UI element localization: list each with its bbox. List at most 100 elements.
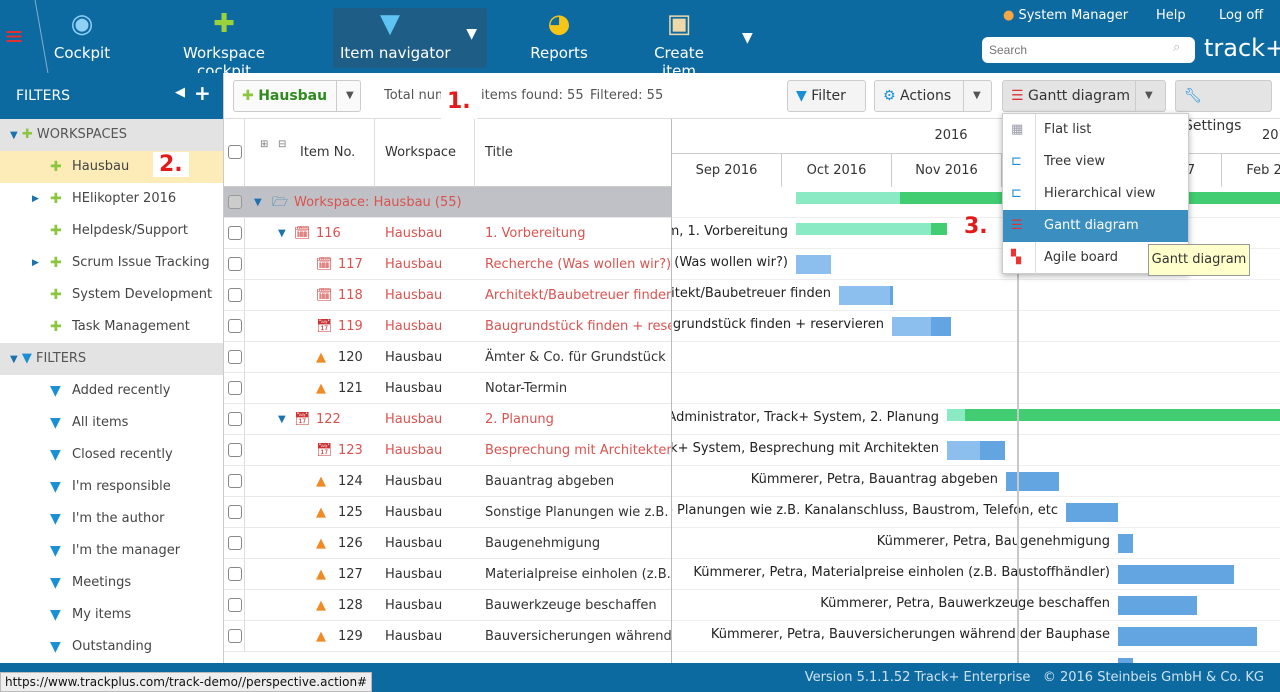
logoff-link[interactable]: Log off — [1219, 8, 1263, 23]
gantt-task-bar[interactable] — [1006, 472, 1059, 491]
row-checkbox[interactable] — [228, 536, 242, 550]
gantt-task-bar[interactable] — [1066, 503, 1118, 522]
table-row[interactable]: ▲ 124 Hausbau Bauantrag abgeben — [224, 466, 671, 497]
collapse-all-icon[interactable]: ⊟ — [278, 139, 286, 150]
row-checkbox[interactable] — [228, 598, 242, 612]
gantt-summary-bar[interactable] — [796, 223, 932, 235]
nav-create-item[interactable]: ▣ Create item — [636, 8, 722, 80]
gantt-task-bar[interactable] — [1118, 627, 1257, 646]
search-input[interactable] — [982, 37, 1195, 63]
sidebar-filter-item[interactable]: ▼ Outstanding — [0, 631, 223, 663]
sidebar-filter-item[interactable]: ▼ Closed recently — [0, 439, 223, 471]
row-checkbox[interactable] — [228, 350, 242, 364]
expand-toggle-icon[interactable]: ▼ — [254, 187, 262, 218]
table-row[interactable]: ▲ 127 Hausbau Materialpreise einholen (z.B.… — [224, 559, 671, 590]
actions-button[interactable]: ⚙ Actions ▼ — [874, 80, 992, 112]
gantt-task-bar[interactable] — [890, 286, 893, 305]
chevron-down-icon[interactable]: ▼ — [336, 81, 354, 111]
gantt-task-bar[interactable] — [980, 441, 1005, 460]
chevron-down-icon[interactable]: ▼ — [1135, 81, 1153, 111]
select-all-checkbox[interactable] — [228, 145, 242, 159]
sidebar-filter-item[interactable]: ▼ I'm the manager — [0, 535, 223, 567]
gantt-task-bar[interactable] — [1118, 534, 1133, 553]
sidebar-workspace-item[interactable]: ✚ Hausbau — [0, 151, 223, 183]
row-checkbox[interactable] — [228, 226, 242, 240]
filter-button[interactable]: ▼ Filter — [787, 80, 866, 112]
row-checkbox[interactable] — [228, 195, 242, 209]
expand-toggle-icon[interactable]: ▼ — [278, 218, 286, 249]
row-checkbox[interactable] — [228, 474, 242, 488]
menu-item-hierarchical-view-wbs[interactable]: ⊏Hierarchical view (WBS) — [1003, 178, 1188, 233]
sidebar-filter-item[interactable]: ▼ Added recently — [0, 375, 223, 407]
expand-icon[interactable]: ▶ — [32, 183, 39, 215]
nav-workspace-cockpit[interactable]: ✚ Workspace cockpit — [158, 8, 290, 80]
gantt-task-bar[interactable] — [1118, 596, 1197, 615]
row-checkbox[interactable] — [228, 505, 242, 519]
sidebar-workspace-item[interactable]: ▶ ✚ Scrum Issue Tracking — [0, 247, 223, 279]
table-row[interactable]: ▲129HausbauBauversicherungen während der… — [224, 621, 671, 652]
gantt-task-bar[interactable] — [796, 255, 831, 274]
table-row[interactable]: ▲ 120 Hausbau Ämter & Co. für Grundstück — [224, 342, 671, 373]
table-row[interactable]: ▲ 121 Hausbau Notar-Termin — [224, 373, 671, 404]
search-icon[interactable]: ⌕ — [1173, 40, 1180, 55]
sidebar-filter-item[interactable]: ▼ I'm the author — [0, 503, 223, 535]
chevron-down-icon[interactable]: ▼ — [963, 81, 981, 111]
table-row[interactable]: 🗓︎ 118 Hausbau Architekt/Baubetreuer finden — [224, 280, 671, 311]
table-row[interactable]: ▼ 🗓︎ 116 Hausbau 1. Vorbereitung — [224, 218, 671, 249]
table-row[interactable]: ▼ 📅︎ 122 Hausbau 2. Planung — [224, 404, 671, 435]
menu-item-gantt-diagram[interactable]: ☰ Gantt diagram — [1003, 210, 1188, 242]
sidebar-filter-item[interactable]: ▼ I'm responsible — [0, 471, 223, 503]
sidebar-filter-item[interactable]: ▼ Meetings — [0, 567, 223, 599]
section-filters[interactable]: ▼ ▼ FILTERS — [0, 343, 223, 375]
user-menu[interactable]: ● System Manager — [1003, 8, 1128, 23]
column-header-item-no[interactable]: Item No. — [300, 145, 355, 160]
menu-item-tree-view[interactable]: ⊏ Tree view — [1003, 146, 1188, 178]
table-row[interactable]: 📅︎ 123 Hausbau Besprechung mit Architekten — [224, 435, 671, 466]
row-checkbox[interactable] — [228, 257, 242, 271]
menu-item-flat-list[interactable]: ▦ Flat list — [1003, 114, 1188, 146]
gantt-summary-bar[interactable] — [947, 409, 965, 421]
table-row[interactable]: ▲ 126 Hausbau Baugenehmigung — [224, 528, 671, 559]
table-row[interactable]: 🗓︎ 117 Hausbau Recherche (Was wollen wir?) — [224, 249, 671, 280]
section-workspaces[interactable]: ▼ ✚ WORKSPACES — [0, 119, 223, 151]
expand-icon[interactable]: ▶ — [32, 247, 39, 279]
row-checkbox[interactable] — [228, 629, 242, 643]
sidebar-workspace-item[interactable]: ✚ Helpdesk/Support — [0, 215, 223, 247]
help-link[interactable]: Help — [1156, 8, 1186, 23]
nav-reports[interactable]: ◕ Reports — [526, 8, 592, 68]
table-row[interactable]: ▲ 128 Hausbau Bauwerkzeuge beschaffen — [224, 590, 671, 621]
gantt-summary-bar[interactable] — [931, 223, 947, 235]
expand-all-icon[interactable]: ⊞ — [260, 139, 268, 150]
column-header-title[interactable]: Title — [485, 145, 513, 160]
sidebar-filter-item[interactable]: ▼ All items — [0, 407, 223, 439]
gantt-task-bar[interactable] — [839, 286, 893, 305]
sidebar-workspace-item[interactable]: ✚ Task Management — [0, 311, 223, 343]
row-checkbox[interactable] — [228, 412, 242, 426]
add-icon[interactable]: + — [194, 81, 211, 105]
row-checkbox[interactable] — [228, 443, 242, 457]
group-row[interactable]: ▼ 🗁︎ Workspace: Hausbau (55) — [224, 187, 671, 218]
sidebar-workspace-item[interactable]: ▶ ✚ HElikopter 2016 — [0, 183, 223, 215]
gantt-summary-bar[interactable] — [965, 409, 1280, 421]
settings-button[interactable]: 🔧︎ Settings — [1175, 80, 1272, 134]
create-item-dropdown-icon[interactable]: ▼ — [742, 30, 753, 46]
column-header-workspace[interactable]: Workspace — [385, 145, 456, 160]
table-row[interactable]: 📅︎119HausbauBaugrundstück finden + reser… — [224, 311, 671, 342]
workspace-selector[interactable]: ✚ Hausbau ▼ — [233, 80, 361, 112]
view-mode-button[interactable]: ☰ Gantt diagram ▼ — [1002, 80, 1166, 112]
nav-item-navigator[interactable]: ▼ Item navigator ▼ — [333, 8, 487, 68]
sidebar-workspace-item[interactable]: ✚ System Development — [0, 279, 223, 311]
nav-cockpit[interactable]: ◉ Cockpit — [52, 8, 112, 68]
gantt-summary-bar[interactable] — [796, 192, 900, 204]
collapse-icon[interactable]: ◀ — [175, 85, 185, 100]
gantt-task-bar[interactable] — [931, 317, 951, 336]
table-row[interactable]: ▲125HausbauSonstige Planungen wie z.B. K… — [224, 497, 671, 528]
gantt-task-bar[interactable] — [1118, 565, 1234, 584]
row-checkbox[interactable] — [228, 567, 242, 581]
sidebar-filter-item[interactable]: ▼ My items — [0, 599, 223, 631]
row-checkbox[interactable] — [228, 319, 242, 333]
row-checkbox[interactable] — [228, 288, 242, 302]
row-checkbox[interactable] — [228, 381, 242, 395]
chevron-down-icon[interactable]: ▼ — [466, 26, 477, 42]
expand-toggle-icon[interactable]: ▼ — [278, 404, 286, 435]
